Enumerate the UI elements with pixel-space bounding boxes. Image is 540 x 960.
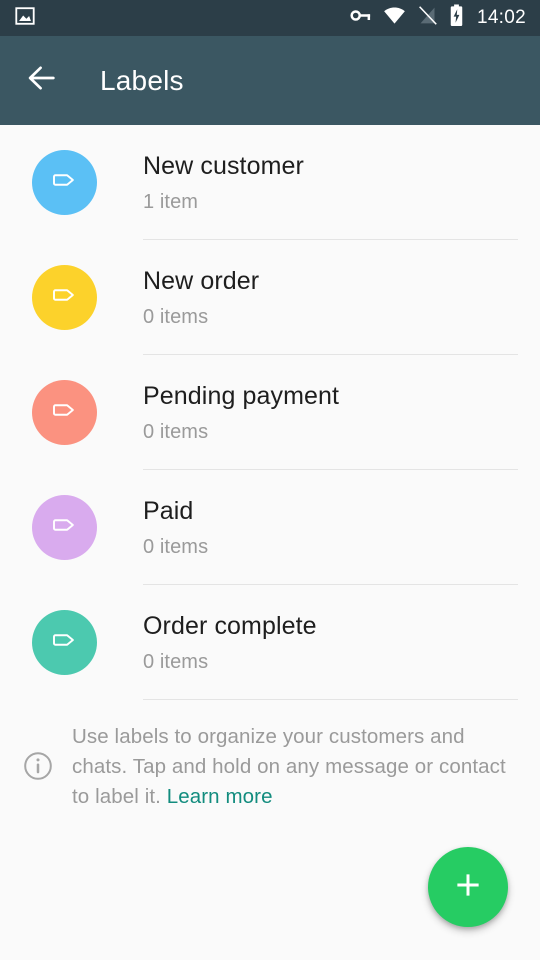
label-count: 0 items [143, 306, 209, 328]
label-count: 0 items [143, 421, 209, 443]
list-item[interactable]: Pending payment 0 items [0, 355, 540, 470]
list-item[interactable]: New customer 1 item [0, 125, 540, 240]
status-bar-system-icons: 14:02 [349, 4, 526, 32]
status-bar-clock: 14:02 [476, 7, 526, 28]
label-name: Pending payment [143, 382, 340, 410]
list-item-texts: New order 0 items [143, 266, 259, 329]
tag-icon [50, 510, 80, 545]
plus-icon [451, 868, 485, 907]
label-name: New customer [143, 152, 304, 180]
info-note-body: Use labels to organize your customers an… [72, 725, 506, 808]
tag-icon [50, 280, 80, 315]
vpn-key-icon [349, 4, 372, 32]
avatar [32, 380, 97, 445]
label-name: Paid [143, 497, 194, 525]
list-item-texts: Paid 0 items [143, 496, 208, 559]
add-label-fab[interactable] [428, 847, 508, 927]
tag-icon [50, 625, 80, 660]
list-item-texts: New customer 1 item [143, 151, 304, 214]
label-count: 0 items [143, 651, 209, 673]
learn-more-link[interactable]: Learn more [167, 785, 273, 808]
info-note-text: Use labels to organize your customers an… [72, 722, 516, 812]
wifi-icon [383, 4, 406, 32]
label-name: Order complete [143, 612, 317, 640]
list-item[interactable]: New order 0 items [0, 240, 540, 355]
info-circle-icon [22, 750, 54, 787]
label-name: New order [143, 267, 260, 295]
status-bar-notifications [14, 5, 36, 32]
list-item-texts: Pending payment 0 items [143, 381, 339, 444]
tag-icon [50, 165, 80, 200]
phone-screen: 14:02 Labels New customer 1 item New ord… [0, 0, 540, 960]
list-divider [143, 699, 518, 700]
back-arrow-icon [25, 61, 59, 100]
no-sim-signal-icon [417, 5, 438, 31]
battery-charging-icon [449, 4, 464, 32]
list-item-texts: Order complete 0 items [143, 611, 317, 674]
avatar [32, 150, 97, 215]
list-item[interactable]: Paid 0 items [0, 470, 540, 585]
back-button[interactable] [14, 53, 70, 109]
labels-info-note: Use labels to organize your customers an… [0, 700, 540, 812]
image-icon [14, 5, 36, 32]
app-toolbar: Labels [0, 36, 540, 125]
label-count: 0 items [143, 536, 209, 558]
page-title: Labels [100, 64, 184, 96]
status-bar: 14:02 [0, 0, 540, 36]
list-item[interactable]: Order complete 0 items [0, 585, 540, 700]
tag-icon [50, 395, 80, 430]
labels-list: New customer 1 item New order 0 items Pe… [0, 125, 540, 960]
avatar [32, 610, 97, 675]
avatar [32, 495, 97, 560]
avatar [32, 265, 97, 330]
label-count: 1 item [143, 191, 199, 213]
